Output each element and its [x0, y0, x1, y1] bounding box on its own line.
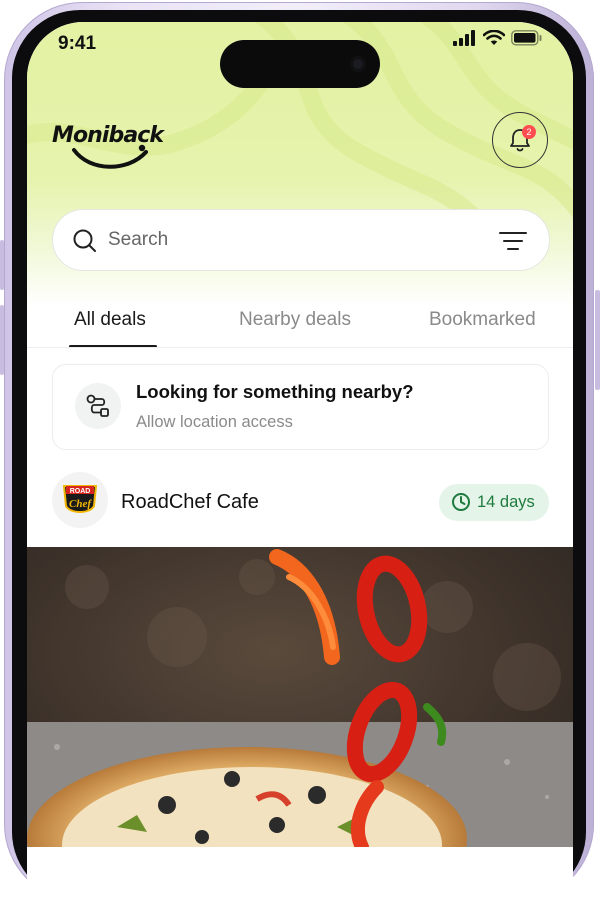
status-time: 9:41 [58, 33, 97, 54]
allow-location-link[interactable]: Allow location access [136, 413, 293, 432]
merchant-logo[interactable]: ROAD Chef [52, 472, 108, 528]
svg-text:ROAD: ROAD [70, 488, 91, 495]
notification-badge: 2 [522, 125, 536, 139]
svg-text:Chef: Chef [69, 498, 92, 510]
power-button [595, 290, 600, 390]
search-bar[interactable]: Search [52, 209, 550, 271]
clock-icon [452, 493, 470, 511]
roadchef-logo: ROAD Chef [62, 485, 98, 513]
expiry-badge: 14 days [439, 484, 549, 521]
route-icon [75, 383, 121, 429]
app-screen: 9:41 Moniback 2 Search All deals Nearby … [27, 22, 573, 922]
location-prompt-card[interactable]: Looking for something nearby? Allow loca… [52, 364, 549, 450]
search-input[interactable]: Search [108, 229, 168, 251]
tabs-divider [27, 347, 573, 348]
moniback-logo: Moniback [52, 123, 165, 169]
deal-image[interactable] [27, 547, 573, 847]
expiry-text: 14 days [477, 493, 535, 511]
filter-icon[interactable] [499, 230, 527, 252]
location-prompt-title: Looking for something nearby? [136, 381, 414, 402]
tab-nearby-deals[interactable]: Nearby deals [239, 309, 351, 331]
notifications-button[interactable]: 2 [492, 112, 548, 168]
camera-icon [350, 56, 366, 72]
deal-tabs: All deals Nearby deals Bookmarked [27, 304, 573, 348]
header-background: 9:41 Moniback 2 Search [27, 22, 573, 307]
wifi-icon [483, 30, 505, 45]
side-button [0, 305, 4, 375]
signal-icon [453, 30, 475, 46]
status-icons [453, 30, 543, 46]
side-button [0, 240, 4, 290]
merchant-name[interactable]: RoadChef Cafe [121, 491, 259, 514]
tab-all-deals[interactable]: All deals [74, 309, 146, 331]
tab-bookmarked[interactable]: Bookmarked [429, 309, 536, 331]
search-icon [73, 229, 96, 252]
svg-text:Moniback: Moniback [52, 123, 165, 148]
dynamic-island [220, 40, 380, 88]
battery-icon [511, 30, 542, 46]
